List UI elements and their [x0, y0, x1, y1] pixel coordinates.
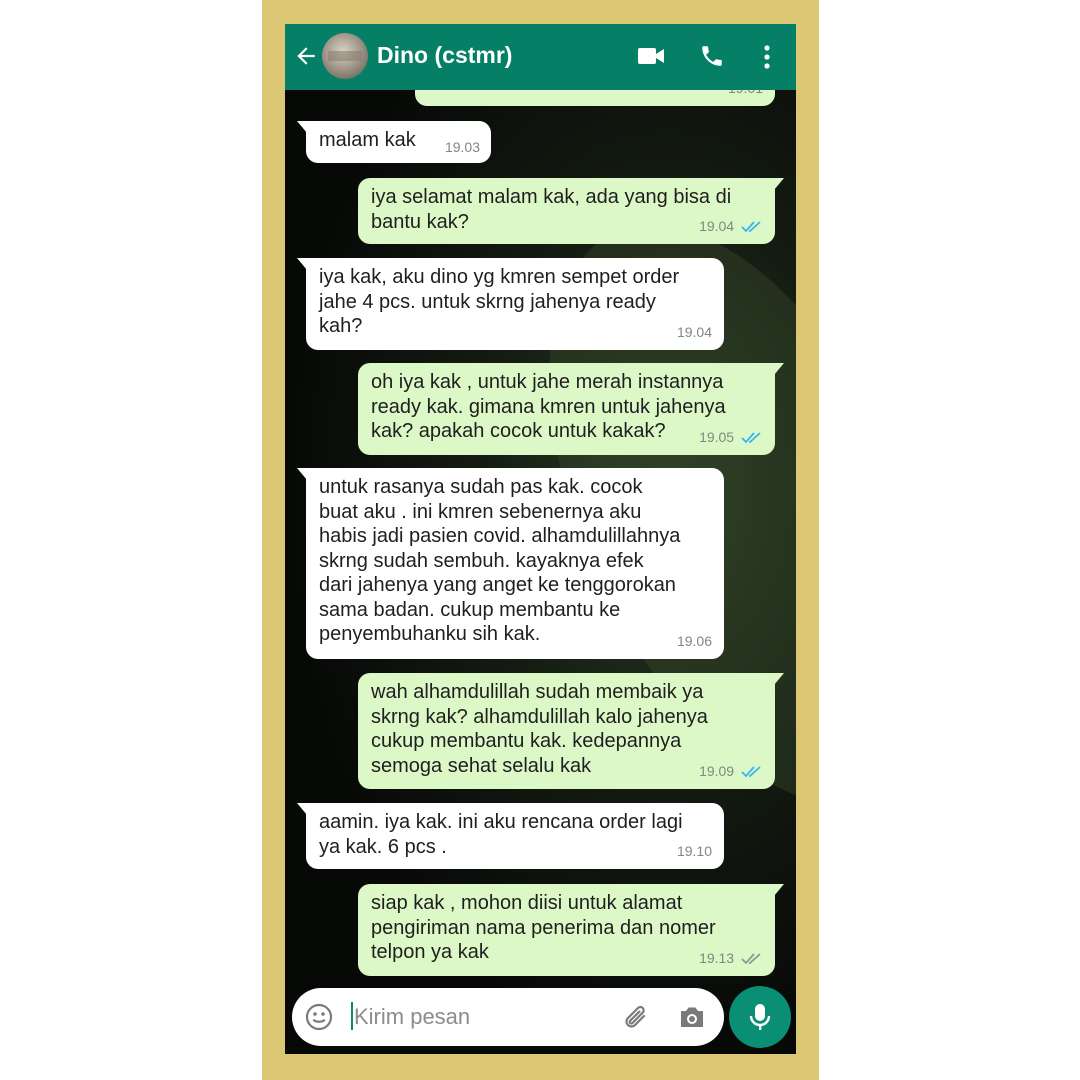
message-time: 19.06 [676, 632, 712, 649]
message-bubble[interactable]: malam kak 19.03 [297, 121, 491, 163]
message-meta: 19.03 [445, 135, 480, 160]
more-vert-icon[interactable] [761, 44, 773, 70]
message-bubble[interactable]: iya selamat malam kak, ada yang bisa di … [358, 178, 784, 244]
message-text: untuk rasanya sudah pas kak. cocok buat … [319, 476, 681, 645]
double-check-read-icon [741, 766, 761, 778]
message-time: 19.05 [699, 428, 735, 445]
message-bubble[interactable]: wah alhamdulillah sudah membaik ya skrng… [358, 673, 784, 789]
message-meta: 19.06 [677, 629, 712, 654]
attach-icon[interactable] [622, 1002, 650, 1032]
double-check-read-icon [741, 432, 761, 444]
message-time: 19.04 [676, 323, 712, 340]
voice-message-button[interactable] [729, 986, 791, 1048]
message-time: 19.04 [699, 217, 735, 234]
message-meta: 19.04 [677, 320, 712, 345]
chat-header: Dino (cstmr) [285, 24, 796, 90]
message-meta: 19.13 [699, 946, 763, 971]
camera-icon[interactable] [678, 1004, 706, 1030]
phone-icon[interactable] [699, 43, 725, 69]
message-composer: Kirim pesan [292, 988, 724, 1046]
double-check-read-icon [741, 221, 761, 233]
message-bubble[interactable]: aamin. iya kak. ini aku rencana order la… [297, 803, 724, 869]
back-arrow-icon[interactable] [293, 43, 319, 69]
message-time: 19.09 [699, 762, 735, 779]
mic-icon [749, 1004, 771, 1030]
message-meta: 19.04 [699, 214, 763, 239]
avatar[interactable] [322, 33, 368, 79]
chat-screen: Dino (cstmr) 19.01 malam kak 19.03 iya s… [285, 24, 796, 1054]
message-meta: 19.10 [677, 839, 712, 864]
message-meta: 19.05 [699, 425, 763, 450]
emoji-icon[interactable] [305, 1003, 333, 1031]
message-text: iya kak, aku dino yg kmren sempet order … [319, 266, 680, 337]
message-list: 19.01 malam kak 19.03 iya selamat malam … [285, 54, 796, 990]
message-time: 19.13 [699, 949, 735, 966]
message-time: 19.10 [676, 842, 712, 859]
message-bubble[interactable]: untuk rasanya sudah pas kak. cocok buat … [297, 468, 724, 659]
message-input[interactable]: Kirim pesan [354, 1004, 470, 1030]
message-bubble[interactable]: oh iya kak , untuk jahe merah instannya … [358, 363, 784, 455]
message-bubble[interactable]: iya kak, aku dino yg kmren sempet order … [297, 258, 724, 350]
message-time: 19.03 [444, 138, 480, 155]
message-text: aamin. iya kak. ini aku rencana order la… [319, 811, 683, 858]
text-caret [351, 1002, 353, 1030]
video-call-icon[interactable] [637, 45, 665, 67]
message-meta: 19.09 [699, 759, 763, 784]
contact-name[interactable]: Dino (cstmr) [377, 42, 512, 69]
double-check-delivered-icon [741, 953, 761, 965]
message-bubble[interactable]: siap kak , mohon diisi untuk alamat peng… [358, 884, 784, 976]
